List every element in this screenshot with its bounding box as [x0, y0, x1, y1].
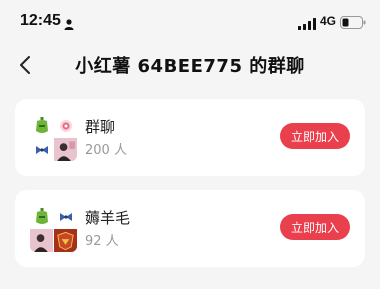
nav-bar: 小红薯 64BEE775 的群聊 — [0, 44, 380, 84]
member-count: 200 人 — [85, 143, 127, 158]
status-bar: 12:45 4G — [0, 0, 380, 44]
group-avatar — [30, 205, 77, 252]
avatar-red-emblem — [54, 229, 77, 252]
avatar-pink-badge — [54, 114, 77, 137]
join-button[interactable]: 立即加入 — [280, 214, 350, 240]
avatar-bow — [54, 205, 77, 228]
avatar-photo — [54, 138, 77, 161]
join-button[interactable]: 立即加入 — [280, 123, 350, 149]
group-name: 群聊 — [85, 118, 116, 136]
avatar-bow — [30, 138, 53, 161]
group-avatar — [30, 114, 77, 161]
network-type: 4G — [320, 14, 337, 28]
member-count: 92 人 — [85, 234, 119, 249]
avatar-photo — [30, 229, 53, 252]
status-time: 12:45 — [20, 12, 61, 29]
battery-icon — [340, 14, 366, 33]
group-name: 薅羊毛 — [85, 209, 131, 227]
group-card[interactable]: 薅羊毛 92 人 立即加入 — [15, 190, 365, 267]
person-icon — [64, 15, 74, 34]
group-card[interactable]: 群聊 200 人 立即加入 — [15, 99, 365, 176]
signal-icon — [298, 15, 316, 34]
avatar-green-figure — [30, 114, 53, 137]
page-title: 小红薯 64BEE775 的群聊 — [75, 56, 305, 77]
avatar-green-figure — [30, 205, 53, 228]
